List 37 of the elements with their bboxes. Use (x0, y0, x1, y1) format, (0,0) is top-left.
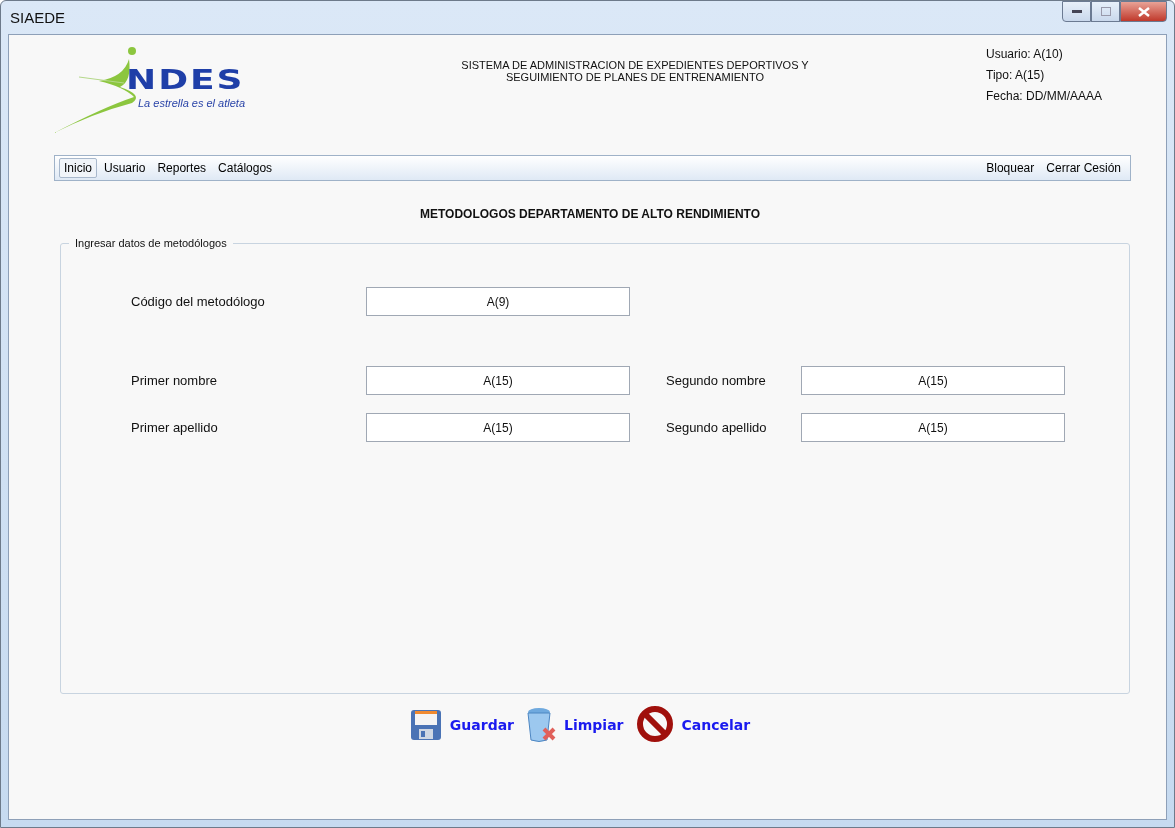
action-button[interactable]: Guardar (409, 709, 515, 741)
field-label: Segundo apellido (666, 420, 768, 435)
input-field[interactable]: A(9) (366, 287, 630, 316)
system-title: SISTEMA DE ADMINISTRACION DE EXPEDIENTES DEPORTIVOS Y (460, 59, 810, 71)
input-field[interactable]: A(15) (366, 413, 630, 442)
logo-tagline: La estrella es el atleta (138, 97, 245, 109)
field-label: Primer apellido (131, 420, 219, 435)
window-title: SIAEDE (9, 9, 66, 26)
minimize-icon (1071, 9, 1082, 14)
user-info-text: Tipo: A(15) (986, 68, 1046, 82)
minimize-button[interactable] (1062, 1, 1091, 22)
close-button[interactable] (1120, 1, 1167, 22)
menu-item[interactable]: Catálogos (213, 158, 278, 178)
field-label: Código del metodólogo (131, 294, 266, 309)
menu-item[interactable]: Reportes (152, 158, 212, 178)
field-label: Primer nombre (131, 373, 218, 388)
input-field[interactable]: A(15) (801, 366, 1065, 395)
input-field[interactable]: A(15) (801, 413, 1065, 442)
system-title: SEGUIMIENTO DE PLANES DE ENTRENAMIENTO (504, 71, 766, 83)
form-legend: Ingresar datos de metodólogos (69, 237, 233, 249)
menu-item[interactable]: Cerrar Cesión (1041, 158, 1126, 178)
user-info-text: Usuario: A(10) (986, 47, 1064, 61)
input-field[interactable]: A(15) (366, 366, 630, 395)
maximize-button[interactable] (1091, 1, 1120, 22)
prohibition-icon (635, 706, 674, 744)
user-info-text: Fecha: DD/MM/AAAA (986, 89, 1104, 103)
trash-can-icon (526, 707, 557, 743)
field-label: Segundo nombre (666, 373, 767, 388)
menu-item[interactable]: Bloquear (981, 158, 1040, 178)
action-button[interactable]: Limpiar (526, 707, 624, 743)
maximize-icon (1100, 7, 1111, 16)
logo-wordmark: NDES (126, 64, 245, 95)
action-button[interactable]: Cancelar (635, 706, 751, 744)
menu-item[interactable]: Inicio (59, 158, 97, 178)
menu-item[interactable]: Usuario (99, 158, 151, 178)
close-icon (1137, 6, 1150, 17)
page-title: METODOLOGOS DEPARTAMENTO DE ALTO RENDIMIENTO (419, 207, 761, 221)
